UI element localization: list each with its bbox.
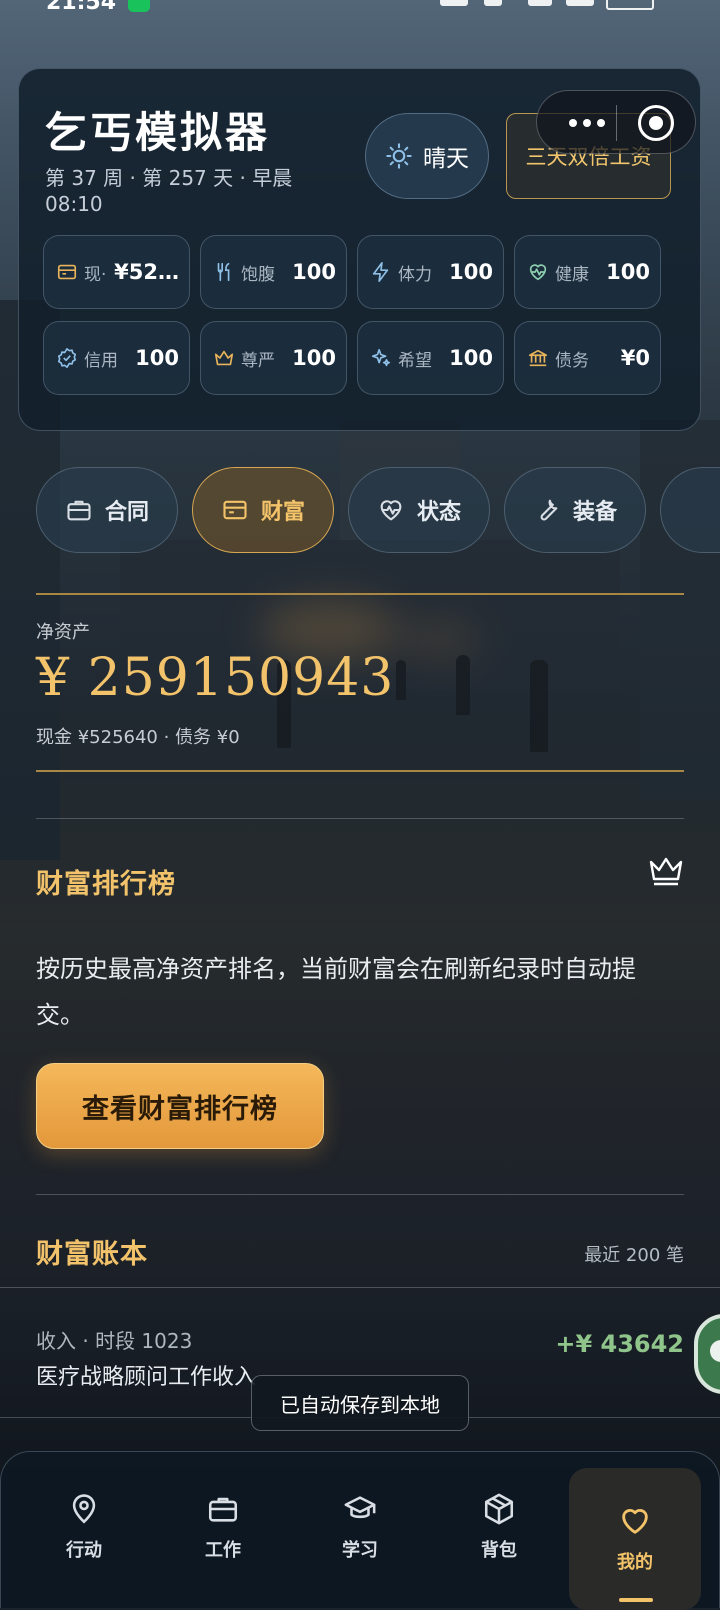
date-time-line: 第 37 周 · 第 257 天 · 早晨 08:10	[45, 166, 293, 216]
sun-icon	[386, 143, 412, 169]
gold-divider	[36, 593, 684, 595]
weather-label: 晴天	[423, 146, 469, 172]
section-divider	[36, 1194, 684, 1195]
stat-label: 信用	[84, 350, 118, 371]
tab-label: 合同	[104, 500, 149, 525]
stat-label: 现·	[84, 264, 107, 285]
stat-label: 尊严	[241, 350, 275, 371]
leaderboard-description: 按历史最高净资产排名，当前财富会在刷新纪录时自动提交。	[36, 955, 636, 1029]
ledger-count: 最近 200 笔	[584, 1245, 684, 1266]
heart-icon	[622, 1509, 648, 1534]
location-pin-icon	[72, 1494, 96, 1524]
nav-mine[interactable]: 我的	[569, 1468, 701, 1610]
nav-label: 学习	[342, 1540, 378, 1561]
app-title: 乞丐模拟器	[45, 108, 271, 157]
stat-stamina[interactable]: 体力 100	[357, 235, 504, 309]
tab-wealth[interactable]: 财富	[192, 467, 334, 553]
close-miniprogram-button[interactable]	[638, 105, 674, 141]
wallet-icon	[223, 500, 247, 520]
toast-text: 已自动保存到本地	[280, 1392, 440, 1417]
sparkles-icon	[371, 348, 391, 367]
nav-study[interactable]: 学习	[294, 1452, 426, 1602]
tab-contract[interactable]: 合同	[36, 467, 178, 553]
tab-label: 状态	[416, 500, 461, 525]
section-divider	[0, 1287, 720, 1288]
ledger-row-description: 医疗战略顾问工作收入	[36, 1365, 257, 1390]
capsule-divider	[616, 105, 617, 141]
stat-credit[interactable]: 信用 100	[43, 321, 190, 395]
autosave-toast: 已自动保存到本地	[251, 1375, 469, 1431]
bottom-navigation: 行动 工作 学习 背包 我的	[0, 1451, 720, 1610]
stat-value: 100	[449, 260, 493, 284]
wallet-icon	[57, 264, 77, 280]
lightning-icon	[372, 262, 389, 282]
nav-label: 我的	[617, 1552, 653, 1573]
stats-grid: 现· ¥52… 饱腹 100 体力 100 健康 100 信用 100 尊严 1…	[43, 235, 681, 395]
crown-icon	[649, 857, 683, 886]
wrench-icon	[540, 499, 558, 521]
nav-work[interactable]: 工作	[157, 1452, 289, 1602]
stat-hope[interactable]: 希望 100	[357, 321, 504, 395]
nav-action[interactable]: 行动	[18, 1452, 150, 1602]
heart-pulse-icon	[529, 264, 547, 281]
gold-divider	[36, 770, 684, 772]
badge-check-icon	[57, 348, 77, 368]
section-divider	[36, 818, 684, 819]
miniprogram-capsule	[536, 90, 696, 154]
stat-value: 100	[449, 346, 493, 370]
tab-label: 装备	[572, 500, 617, 525]
bank-icon	[528, 349, 548, 367]
nav-label: 工作	[205, 1540, 241, 1561]
stat-value: ¥0	[620, 346, 650, 370]
tab-more[interactable]	[660, 467, 720, 553]
net-worth-label: 净资产	[36, 622, 90, 643]
utensils-icon	[217, 262, 230, 282]
crown-icon	[214, 350, 234, 366]
graduation-cap-icon	[344, 1496, 376, 1519]
stat-cash[interactable]: 现· ¥52…	[43, 235, 190, 309]
leaderboard-title: 财富排行榜	[36, 869, 176, 900]
view-leaderboard-label: 查看财富排行榜	[82, 1093, 278, 1125]
ledger-row-amount: +¥ 43642	[555, 1330, 684, 1358]
ledger-row-meta: 收入 · 时段 1023	[36, 1329, 193, 1353]
nav-label: 背包	[481, 1540, 517, 1561]
tab-status[interactable]: 状态	[348, 467, 490, 553]
stat-label: 体力	[398, 264, 432, 285]
stat-label: 饱腹	[241, 264, 275, 285]
more-options-button[interactable]	[557, 109, 617, 137]
heart-pulse-icon	[380, 500, 402, 521]
nav-backpack[interactable]: 背包	[433, 1452, 565, 1602]
stat-health[interactable]: 健康 100	[514, 235, 661, 309]
status-time: 21:54	[46, 0, 117, 15]
system-icons	[440, 0, 680, 10]
briefcase-icon	[67, 500, 91, 521]
ledger-title: 财富账本	[36, 1239, 148, 1270]
nav-label: 行动	[66, 1540, 102, 1561]
stat-label: 债务	[555, 350, 589, 371]
stat-value: 100	[135, 346, 179, 370]
category-tabs: 合同 财富 状态 装备	[36, 467, 720, 553]
notification-icon	[128, 0, 150, 12]
tab-equipment[interactable]: 装备	[504, 467, 646, 553]
stat-label: 健康	[555, 264, 589, 285]
net-worth-breakdown: 现金 ¥525640 · 债务 ¥0	[36, 727, 240, 748]
net-worth-value: ¥ 259150943	[36, 648, 395, 708]
stat-satiety[interactable]: 饱腹 100	[200, 235, 347, 309]
view-leaderboard-button[interactable]: 查看财富排行榜	[36, 1063, 324, 1149]
stat-label: 希望	[398, 350, 432, 371]
briefcase-icon	[208, 1497, 238, 1522]
stat-value: 100	[292, 260, 336, 284]
stat-value: 100	[292, 346, 336, 370]
stat-value: ¥52…	[114, 260, 179, 284]
package-icon	[484, 1493, 514, 1525]
weather-button[interactable]: 晴天	[365, 113, 489, 199]
stat-value: 100	[606, 260, 650, 284]
stat-debt[interactable]: 债务 ¥0	[514, 321, 661, 395]
tab-label: 财富	[260, 500, 305, 525]
status-bar: 21:54	[0, 0, 720, 15]
stat-dignity[interactable]: 尊严 100	[200, 321, 347, 395]
